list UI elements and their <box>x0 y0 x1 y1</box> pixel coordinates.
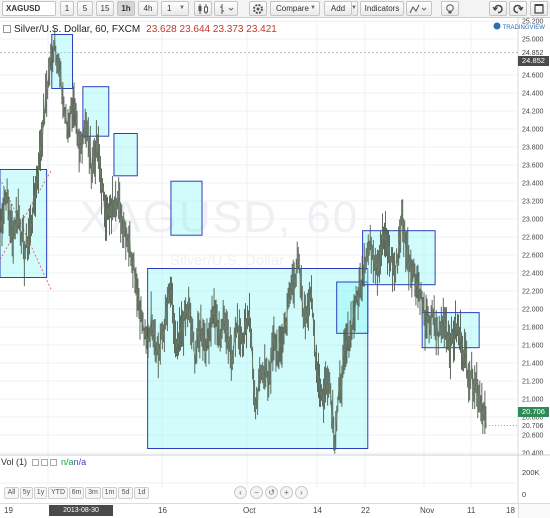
interval-4h-button[interactable]: 4h <box>138 1 158 16</box>
price-axis-label: 22.400 <box>522 271 544 278</box>
interval-5min-button[interactable]: 5 <box>77 1 93 16</box>
legend-title: Silver/U.S. Dollar, 60, FXCM <box>14 24 141 35</box>
time-label: 19 <box>4 506 13 515</box>
price-axis-label: 23.200 <box>522 199 544 206</box>
interval-1h-button[interactable]: 1h <box>117 1 135 16</box>
undo-icon[interactable] <box>489 1 507 16</box>
rectangle-drawing <box>147 268 369 449</box>
visibility-toggle-icon[interactable] <box>3 25 11 33</box>
chart-style-dropdown[interactable] <box>214 1 238 16</box>
legend-low: 23.373 <box>212 24 244 35</box>
price-axis-label: 21.000 <box>522 397 544 404</box>
redo-icon[interactable] <box>509 1 527 16</box>
time-label: 16 <box>158 506 167 515</box>
last-price-badge: 20.706 <box>518 407 549 417</box>
price-axis-label: 21.200 <box>522 379 544 386</box>
drawing-tools-dropdown[interactable] <box>406 1 432 16</box>
price-axis-label: 20.400 <box>522 451 544 458</box>
add-dropdown[interactable]: ▼ <box>351 1 358 16</box>
price-axis-label: 25.000 <box>522 37 544 44</box>
range-1m-button[interactable]: 1m <box>102 487 117 499</box>
symbol-search-input[interactable]: XAGUSD <box>2 1 56 16</box>
zoom-in-icon[interactable]: + <box>280 486 293 499</box>
price-axis-label: 20.600 <box>522 433 544 440</box>
time-label: Nov <box>420 506 435 515</box>
scroll-left-icon[interactable]: ‹ <box>234 486 247 499</box>
candles-icon[interactable] <box>194 1 212 16</box>
legend-high: 23.644 <box>179 24 211 35</box>
compare-button[interactable]: Compare ▼ <box>270 1 320 16</box>
top-toolbar: XAGUSD 1 5 15 1h 4h 1 ▼ Compare ▼ Add ▼ In… <box>0 0 550 18</box>
volume-value-1: n/a <box>61 457 74 467</box>
zoom-out-icon[interactable]: − <box>250 486 263 499</box>
range-ytd-button[interactable]: YTD <box>48 487 68 499</box>
volume-settings-icon[interactable] <box>31 459 39 466</box>
rectangle-drawing <box>113 133 138 177</box>
price-axis-label: 22.600 <box>522 253 544 260</box>
price-axis-label: 22.000 <box>522 307 544 314</box>
fullscreen-icon[interactable] <box>530 1 548 16</box>
price-axis-label: 24.200 <box>522 109 544 116</box>
range-3m-button[interactable]: 3m <box>85 487 101 499</box>
chart-legend: Silver/U.S. Dollar, 60, FXCM 23.628 23.64… <box>3 24 277 35</box>
volume-axis-label-0: 0 <box>522 490 527 499</box>
price-axis-label: 23.400 <box>522 181 544 188</box>
price-axis-label: 23.000 <box>522 217 544 224</box>
top-price-badge: 24.852 <box>518 56 549 66</box>
tradingview-logo: TRADINGVIEW <box>493 22 545 31</box>
chevron-down-icon: ▼ <box>179 5 185 11</box>
price-axis-label: 24.600 <box>522 73 544 80</box>
price-chart[interactable]: 25.20025.00024.85224.60024.40024.20024.0… <box>0 18 550 503</box>
volume-visibility-icon[interactable] <box>40 459 48 466</box>
symbol-text: XAGUSD <box>6 4 41 13</box>
price-axis-label: 24.000 <box>522 127 544 134</box>
scroll-right-icon[interactable]: › <box>295 486 308 499</box>
range-bar: All 5y 1y YTD 6m 3m 1m 5d 1d ‹ − ↺ + › <box>0 484 518 501</box>
volume-value-2: n/a <box>73 457 87 467</box>
interval-15min-button[interactable]: 15 <box>96 1 114 16</box>
price-axis-label: 21.800 <box>522 325 544 332</box>
rectangle-drawing <box>170 180 203 236</box>
time-label: 22 <box>361 506 370 515</box>
price-axis-label: 24.400 <box>522 91 544 98</box>
legend-open: 23.628 <box>146 24 177 35</box>
add-button[interactable]: Add <box>324 1 352 16</box>
price-axis-label: 20.706 <box>522 423 544 430</box>
range-1d-button[interactable]: 1d <box>134 487 149 499</box>
interval-1min-button[interactable]: 1 <box>60 1 74 16</box>
price-axis-label: 22.800 <box>522 235 544 242</box>
chevron-down-icon: ▼ <box>310 5 316 11</box>
time-label: 14 <box>313 506 322 515</box>
rectangle-drawing <box>82 86 110 137</box>
price-axis-label: 23.800 <box>522 145 544 152</box>
price-axis-label: 23.600 <box>522 163 544 170</box>
axis-corner <box>518 503 550 518</box>
time-label: Oct <box>243 506 256 515</box>
legend-close: 23.421 <box>246 24 277 35</box>
range-all-button[interactable]: All <box>4 487 19 499</box>
indicators-button[interactable]: Indicators <box>360 1 404 16</box>
interval-dropdown[interactable]: 1 ▼ <box>161 1 189 16</box>
price-axis-label: 21.600 <box>522 343 544 350</box>
range-1y-button[interactable]: 1y <box>34 487 47 499</box>
reset-icon[interactable]: ↺ <box>265 486 278 499</box>
chevron-down-icon: ▼ <box>351 5 357 11</box>
alert-bulb-icon[interactable] <box>441 1 459 16</box>
range-5y-button[interactable]: 5y <box>20 487 33 499</box>
range-5d-button[interactable]: 5d <box>118 487 133 499</box>
volume-legend: Vol (1) n/an/a <box>1 457 86 467</box>
volume-close-icon[interactable] <box>49 459 57 466</box>
price-axis-label: 22.200 <box>522 289 544 296</box>
time-axis[interactable]: 19 16 Oct 14 22 Nov 11 18 2013-08-30 11:… <box>0 503 518 518</box>
gear-icon[interactable] <box>249 1 267 16</box>
volume-axis-label-200k: 200K <box>522 468 540 477</box>
cursor-time-badge: 2013-08-30 11:00:00 <box>49 505 113 516</box>
time-label: 18 <box>506 506 515 515</box>
volume-title: Vol (1) <box>1 457 28 467</box>
legend-ohlc: 23.628 23.644 23.373 23.421 <box>146 24 277 35</box>
price-axis-label: 21.400 <box>522 361 544 368</box>
time-label: 11 <box>467 506 476 515</box>
range-6m-button[interactable]: 6m <box>69 487 84 499</box>
